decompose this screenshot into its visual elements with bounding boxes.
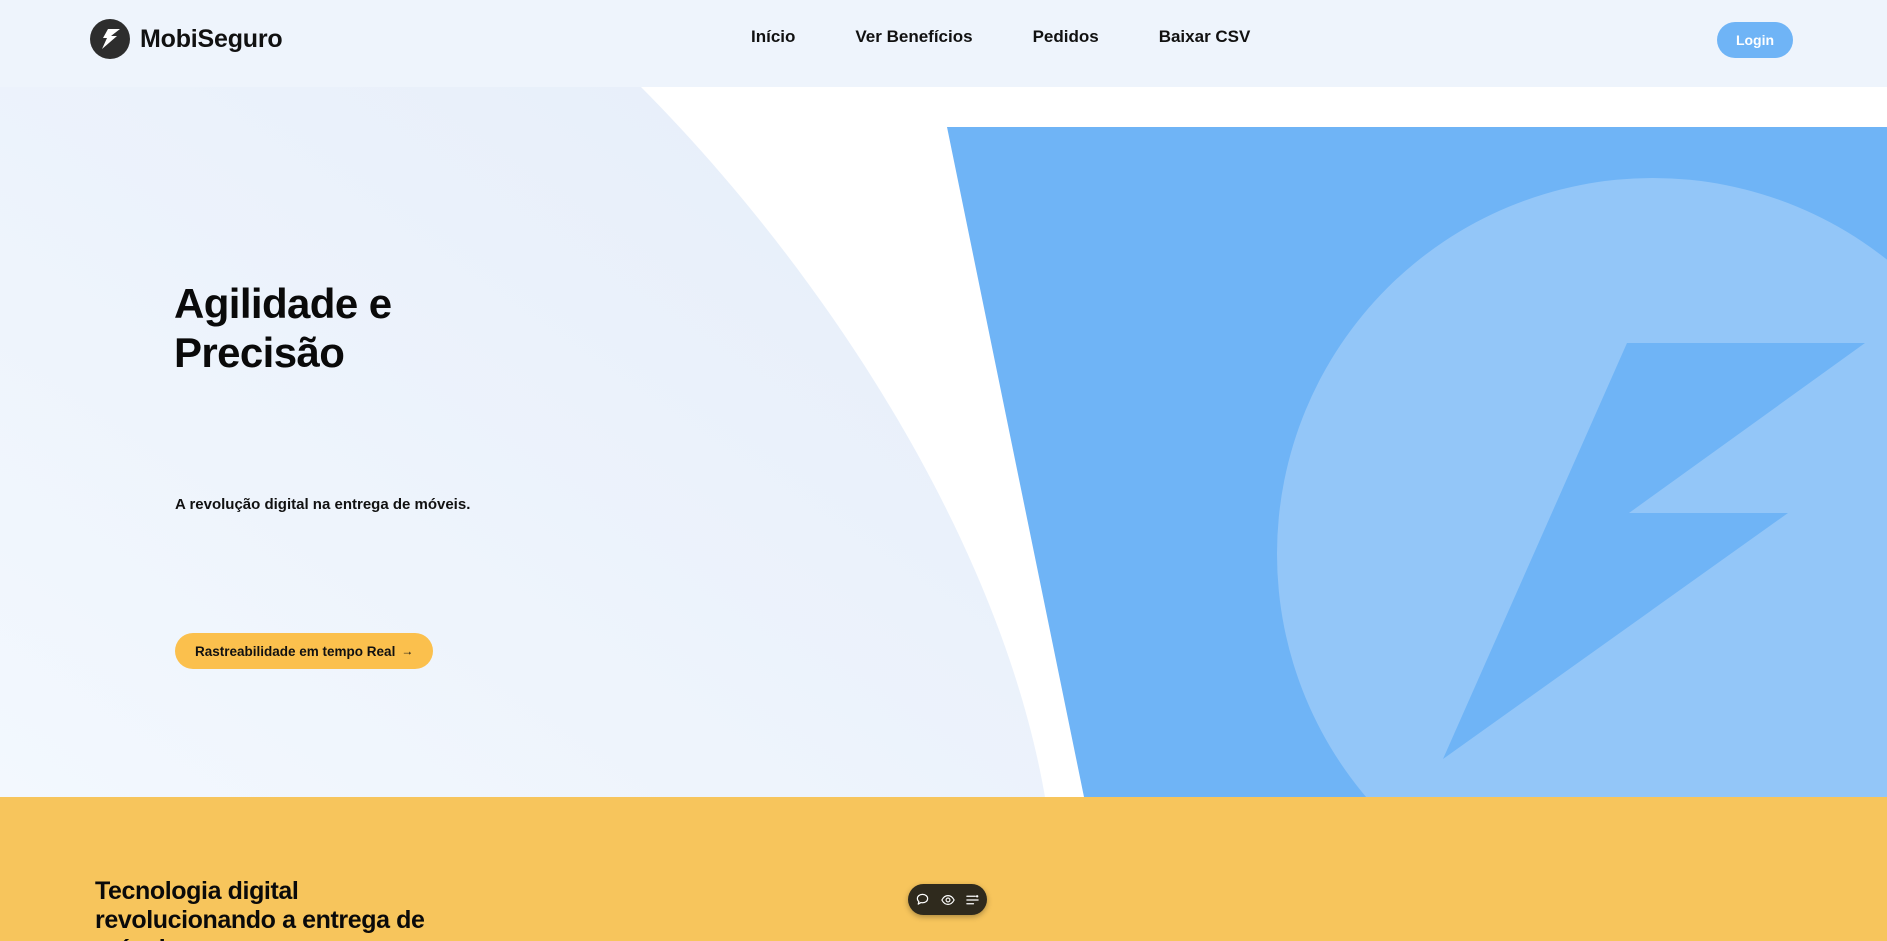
hero-title-line-2: Precisão: [174, 329, 345, 376]
nav-link-inicio[interactable]: Início: [751, 27, 795, 47]
hero-curve-panel: [0, 87, 1045, 797]
realtime-tracking-button[interactable]: Rastreabilidade em tempo Real →: [175, 633, 434, 669]
settings-list-icon[interactable]: [965, 892, 981, 908]
lightning-bolt-icon: [90, 19, 130, 59]
arrow-right-icon: →: [401, 644, 414, 658]
nav-link-baixar-csv[interactable]: Baixar CSV: [1159, 27, 1251, 47]
hero-section: Agilidade e Precisão A revolução digital…: [0, 87, 1887, 797]
brand-home-link[interactable]: MobiSeguro: [90, 19, 283, 59]
technology-section: Tecnologia digital revolucionando a entr…: [0, 797, 1887, 941]
main-nav: Início Ver Benefícios Pedidos Baixar CSV: [751, 27, 1250, 47]
cta-label: Rastreabilidade em tempo Real: [195, 643, 396, 659]
login-button[interactable]: Login: [1717, 22, 1793, 58]
chat-bubble-icon[interactable]: [915, 892, 931, 908]
hero-title-line-1: Agilidade e: [174, 280, 392, 327]
top-navbar: MobiSeguro Início Ver Benefícios Pedidos…: [0, 0, 1887, 87]
nav-link-pedidos[interactable]: Pedidos: [1033, 27, 1099, 47]
section-title: Tecnologia digital revolucionando a entr…: [95, 877, 425, 941]
nav-link-ver-beneficios[interactable]: Ver Benefícios: [855, 27, 972, 47]
hero-title: Agilidade e Precisão: [174, 279, 392, 377]
hero-subtitle: A revolução digital na entrega de móveis…: [175, 496, 471, 513]
hero-background-graphic: [0, 87, 1887, 797]
floating-toolbar: [908, 884, 987, 915]
eye-icon[interactable]: [940, 892, 956, 908]
brand-name: MobiSeguro: [140, 24, 283, 53]
